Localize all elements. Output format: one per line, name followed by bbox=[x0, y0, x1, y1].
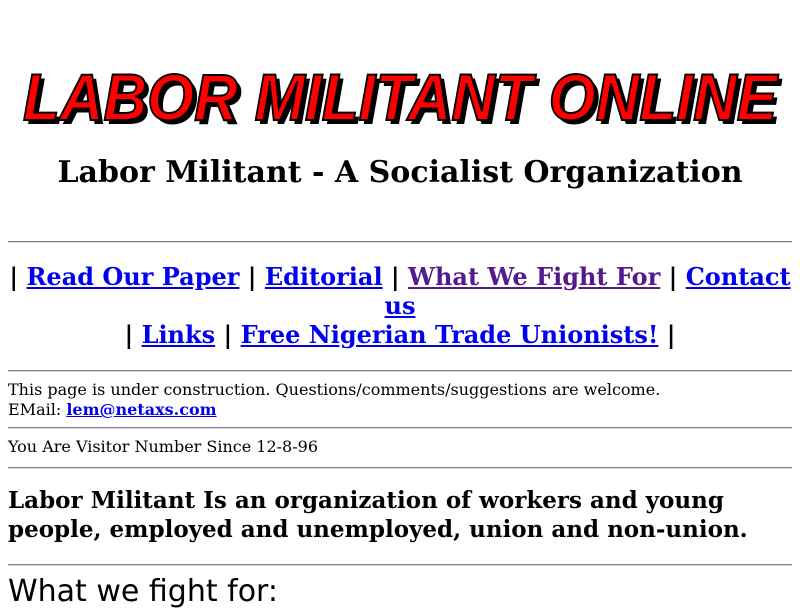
about-statement: Labor Militant Is an organization of wor… bbox=[8, 487, 748, 543]
nav-separator: | bbox=[666, 320, 676, 349]
nav-link-free-nigerian-trade-unionists[interactable]: Free Nigerian Trade Unionists! bbox=[241, 320, 659, 349]
what-we-fight-for-heading: What we fight for: bbox=[8, 574, 278, 609]
nav-link-editorial[interactable]: Editorial bbox=[265, 262, 383, 291]
construction-notice: This page is under construction. Questio… bbox=[8, 380, 792, 420]
nav-separator: | bbox=[124, 320, 134, 349]
nav-link-what-we-fight-for[interactable]: What We Fight For bbox=[408, 262, 660, 291]
nav-separator: | bbox=[390, 262, 400, 291]
construction-notice-text: This page is under construction. Questio… bbox=[8, 380, 661, 399]
nav-separator: | bbox=[668, 262, 678, 291]
nav-link-read-our-paper[interactable]: Read Our Paper bbox=[26, 262, 239, 291]
email-link[interactable]: lem@netaxs.com bbox=[66, 400, 216, 419]
divider bbox=[8, 427, 792, 429]
nav-separator: | bbox=[9, 262, 19, 291]
banner-logo-graphic: LABOR MILITANT ONLINE LABOR MILITANT ONL… bbox=[22, 62, 783, 136]
divider bbox=[8, 564, 792, 566]
email-label: EMail: bbox=[8, 400, 62, 419]
visitor-counter-text: You Are Visitor Number Since 12-8-96 bbox=[8, 437, 318, 456]
nav-bar: | Read Our Paper | Editorial | What We F… bbox=[8, 262, 792, 349]
page-title: Labor Militant - A Socialist Organizatio… bbox=[57, 155, 743, 190]
divider bbox=[8, 241, 792, 243]
nav-separator: | bbox=[223, 320, 233, 349]
nav-link-links[interactable]: Links bbox=[142, 320, 216, 349]
banner-logo-text: LABOR MILITANT ONLINE bbox=[23, 62, 779, 134]
divider bbox=[8, 467, 792, 469]
divider bbox=[8, 370, 792, 372]
banner-logo: LABOR MILITANT ONLINE LABOR MILITANT ONL… bbox=[0, 62, 800, 136]
nav-separator: | bbox=[247, 262, 257, 291]
